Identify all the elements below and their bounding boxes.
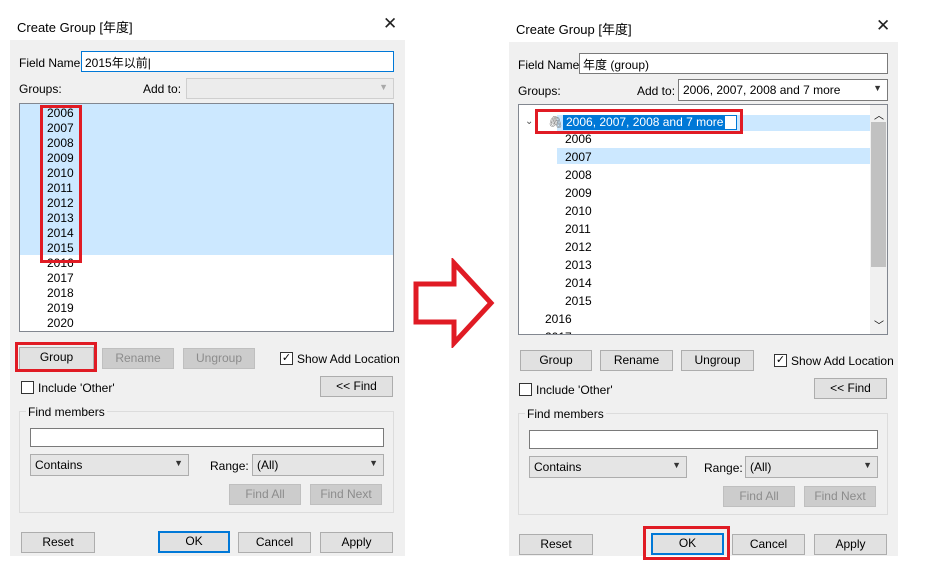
include-other-label: Include 'Other' (38, 381, 115, 395)
find-input[interactable] (30, 428, 384, 447)
right-arrow-icon (413, 258, 495, 348)
match-mode-value: Contains (35, 458, 83, 472)
tree-child-item[interactable]: 2015 (565, 294, 592, 308)
find-input[interactable] (529, 430, 878, 449)
reset-button[interactable]: Reset (519, 534, 593, 555)
find-members-label: Find members (26, 405, 107, 419)
tree-child-item[interactable]: 2010 (565, 204, 592, 218)
find-next-button[interactable]: Find Next (310, 484, 382, 505)
show-add-location-checkbox[interactable]: ✓ (774, 354, 787, 367)
dialog-body: Field Name: 2015年以前| Groups: Add to: ▼ 2… (10, 40, 405, 556)
match-mode-value: Contains (534, 460, 582, 474)
close-icon[interactable]: ✕ (876, 18, 890, 35)
scroll-down-icon[interactable]: ﹀ (874, 317, 884, 332)
include-other-label: Include 'Other' (536, 383, 613, 397)
ok-button[interactable]: OK (158, 531, 230, 553)
match-mode-select[interactable]: Contains ▼ (529, 456, 687, 478)
dropdown-arrow-icon: ▼ (369, 458, 378, 468)
selected-members-highlight (40, 105, 82, 263)
rename-button[interactable]: Rename (600, 350, 673, 371)
range-value: (All) (750, 460, 772, 474)
left-dialog: Create Group [年度] ✕ Field Name: 2015年以前|… (10, 8, 405, 556)
groups-label: Groups: (19, 82, 62, 96)
include-other-checkbox[interactable] (519, 383, 532, 396)
check-icon: ✓ (281, 352, 292, 364)
find-all-button[interactable]: Find All (229, 484, 301, 505)
ungroup-button[interactable]: Ungroup (681, 350, 754, 371)
tree-member-item[interactable]: 2017 (545, 330, 572, 334)
tree-child-item[interactable]: 2011 (565, 222, 591, 236)
dialog-body: Field Name: 年度 (group) Groups: Add to: 2… (509, 42, 898, 560)
cancel-button[interactable]: Cancel (238, 532, 311, 553)
field-name-label: Field Name: (19, 56, 84, 70)
cancel-button[interactable]: Cancel (732, 534, 805, 555)
list-item[interactable]: 2019 (47, 301, 74, 315)
field-name-value: 2015年以前 (85, 56, 148, 70)
tree-child-item[interactable]: 2014 (565, 276, 592, 290)
find-members-label: Find members (525, 407, 606, 421)
list-item[interactable]: 2020 (47, 316, 74, 330)
ungroup-button[interactable]: Ungroup (183, 348, 255, 369)
dropdown-arrow-icon: ▼ (873, 83, 882, 93)
find-all-button[interactable]: Find All (723, 486, 795, 507)
range-label: Range: (210, 459, 249, 473)
close-icon[interactable]: ✕ (383, 16, 397, 33)
show-add-location-label: Show Add Location (791, 354, 894, 368)
tree-scrollbar[interactable]: ︿ ﹀ (870, 105, 887, 334)
list-item[interactable]: 2018 (47, 286, 74, 300)
scroll-up-icon[interactable]: ︿ (874, 107, 884, 122)
field-name-label: Field Name: (518, 58, 583, 72)
dropdown-arrow-icon: ▼ (174, 458, 183, 468)
add-to-label: Add to: (637, 84, 676, 98)
match-mode-select[interactable]: Contains ▼ (30, 454, 189, 476)
range-select[interactable]: (All) ▼ (252, 454, 384, 476)
group-button[interactable]: Group (520, 350, 592, 371)
list-item[interactable]: 2017 (47, 271, 74, 285)
find-toggle-button[interactable]: << Find (814, 378, 887, 399)
field-name-value: 年度 (group) (583, 58, 650, 72)
group-tree[interactable]: ⌄ 🖇 2006, 2007, 2008 and 7 more 2006 2007… (518, 104, 888, 335)
tree-child-item[interactable]: 2008 (565, 168, 592, 182)
add-to-label: Add to: (143, 82, 182, 96)
field-name-input[interactable]: 年度 (group) (579, 53, 888, 74)
reset-button[interactable]: Reset (21, 532, 95, 553)
tree-child-item[interactable]: 2009 (565, 186, 592, 200)
add-to-select[interactable]: 2006, 2007, 2008 and 7 more ▼ (678, 79, 888, 101)
find-toggle-button[interactable]: << Find (320, 376, 393, 397)
apply-button[interactable]: Apply (320, 532, 393, 553)
tree-child-item[interactable]: 2012 (565, 240, 592, 254)
add-to-value: 2006, 2007, 2008 and 7 more (683, 83, 841, 97)
range-select[interactable]: (All) ▼ (745, 456, 878, 478)
show-add-location-label: Show Add Location (297, 352, 400, 366)
scroll-thumb[interactable] (871, 122, 886, 267)
check-icon: ✓ (775, 354, 786, 366)
child-row-highlight (557, 148, 870, 164)
find-next-button[interactable]: Find Next (804, 486, 876, 507)
rename-button[interactable]: Rename (102, 348, 174, 369)
group-button-highlight (15, 342, 97, 372)
apply-button[interactable]: Apply (814, 534, 887, 555)
groups-label: Groups: (518, 84, 561, 98)
add-to-select[interactable]: ▼ (186, 78, 394, 99)
dropdown-arrow-icon: ▼ (379, 82, 388, 92)
dialog-title: Create Group [年度] (516, 22, 632, 37)
dialog-title: Create Group [年度] (17, 20, 133, 35)
tree-collapse-icon[interactable]: ⌄ (525, 116, 533, 127)
text-cursor: | (147, 56, 151, 70)
include-other-checkbox[interactable] (21, 381, 34, 394)
range-label: Range: (704, 461, 743, 475)
tree-child-item[interactable]: 2013 (565, 258, 592, 272)
tree-child-item[interactable]: 2007 (565, 150, 592, 164)
right-dialog: Create Group [年度] ✕ Field Name: 年度 (grou… (509, 8, 898, 560)
show-add-location-checkbox[interactable]: ✓ (280, 352, 293, 365)
dropdown-arrow-icon: ▼ (863, 460, 872, 470)
tree-child-item[interactable]: 2006 (565, 132, 592, 146)
tree-member-item[interactable]: 2016 (545, 312, 572, 326)
range-value: (All) (257, 458, 279, 472)
field-name-input[interactable]: 2015年以前| (81, 51, 394, 72)
dropdown-arrow-icon: ▼ (672, 460, 681, 470)
ok-button-highlight (643, 526, 730, 560)
group-node-highlight (535, 109, 743, 134)
